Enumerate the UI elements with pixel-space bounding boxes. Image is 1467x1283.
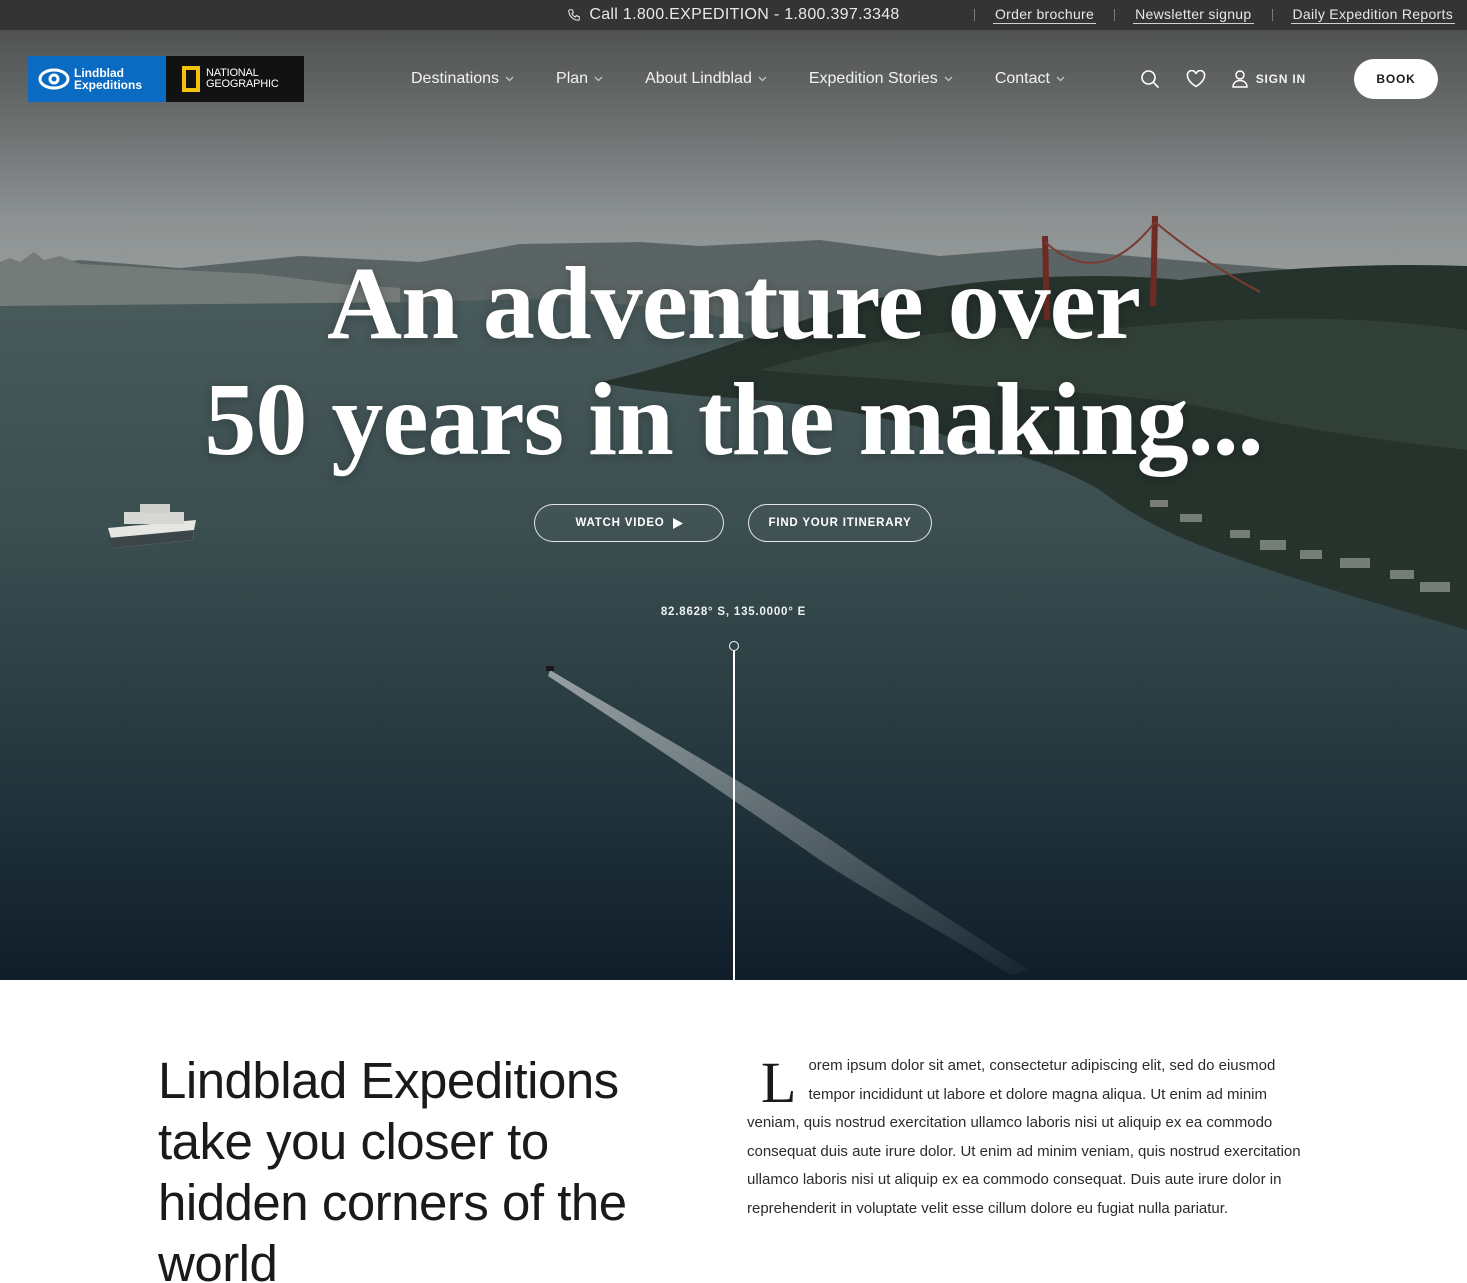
nav-label: About Lindblad [645,70,752,87]
user-icon [1231,70,1248,88]
watch-video-button[interactable]: WATCH VIDEO [534,504,724,542]
heart-icon [1186,70,1206,88]
sign-in-label: SIGN IN [1255,72,1306,86]
headline-line-1: An adventure over [326,246,1141,361]
divider [1114,9,1116,21]
find-itinerary-button[interactable]: FIND YOUR ITINERARY [748,504,932,542]
coordinates-label: 82.8628° S, 135.0000° E [660,606,807,618]
utility-bar: Call 1.800.EXPEDITION - 1.800.397.3348 O… [0,0,1467,30]
divider [973,9,975,21]
natgeo-word-2: GEOGRAPHIC [206,78,279,90]
book-button[interactable]: BOOK [1354,59,1438,99]
play-icon [672,517,683,529]
wishlist-button[interactable] [1186,70,1206,88]
nav-label: Plan [556,70,589,87]
watch-video-label: WATCH VIDEO [575,517,665,529]
nav-label: Contact [994,70,1050,87]
phone-text: Call 1.800.EXPEDITION - 1.800.397.3348 [589,6,900,23]
nav-destinations[interactable]: Destinations [411,70,514,88]
nav-about-lindblad[interactable]: About Lindblad [645,70,767,88]
intro-heading: Lindblad Expeditions take you closer to … [158,1052,627,1283]
intro-body-text: orem ipsum dolor sit amet, consectetur a… [747,1057,1301,1217]
utility-links: Order brochure Newsletter signup Daily E… [956,0,1455,30]
chevron-down-icon [944,76,953,82]
chevron-down-icon [758,76,767,82]
chevron-down-icon [505,76,514,82]
lindblad-wordmark: Lindblad Expeditions [74,67,142,91]
phone-icon [568,9,581,21]
order-brochure-link[interactable]: Order brochure [992,6,1097,24]
hero-headline: An adventure over 50 years in the making… [0,246,1467,478]
search-icon [1140,70,1159,89]
nav-expedition-stories[interactable]: Expedition Stories [809,70,953,88]
chevron-down-icon [594,76,603,82]
header-actions: SIGN IN BOOK [1140,59,1438,99]
main-navigation: Destinations Plan About Lindblad Expedit… [411,66,1107,92]
drop-cap: L [761,1050,797,1115]
natgeo-wordmark: NATIONAL GEOGRAPHIC [206,68,279,90]
natgeo-logo: NATIONAL GEOGRAPHIC [166,56,304,102]
scroll-indicator-dot [729,641,739,651]
lindblad-word-2: Expeditions [74,78,143,92]
lindblad-logo: Lindblad Expeditions [28,56,166,102]
divider [1271,9,1273,21]
newsletter-signup-link[interactable]: Newsletter signup [1133,6,1254,24]
nav-contact[interactable]: Contact [995,70,1065,88]
nav-label: Destinations [411,70,500,87]
nav-plan[interactable]: Plan [556,70,603,88]
brand-logo[interactable]: Lindblad Expeditions NATIONAL GEOGRAPHIC [28,56,304,102]
natgeo-frame-icon [182,66,200,92]
chevron-down-icon [1056,76,1065,82]
find-itinerary-label: FIND YOUR ITINERARY [768,517,912,529]
search-button[interactable] [1140,69,1160,89]
scroll-indicator-line [733,651,735,980]
daily-expedition-reports-link[interactable]: Daily Expedition Reports [1290,6,1455,24]
intro-paragraph: L orem ipsum dolor sit amet, consectetur… [747,1052,1317,1223]
hero-section: Lindblad Expeditions NATIONAL GEOGRAPHIC… [0,30,1467,980]
sign-in-link[interactable]: SIGN IN [1231,70,1306,88]
eye-logo-icon [38,68,70,90]
hero-cta-group: WATCH VIDEO FIND YOUR ITINERARY [534,504,932,542]
headline-line-2: 50 years in the making... [204,362,1263,477]
nav-label: Expedition Stories [808,70,938,87]
